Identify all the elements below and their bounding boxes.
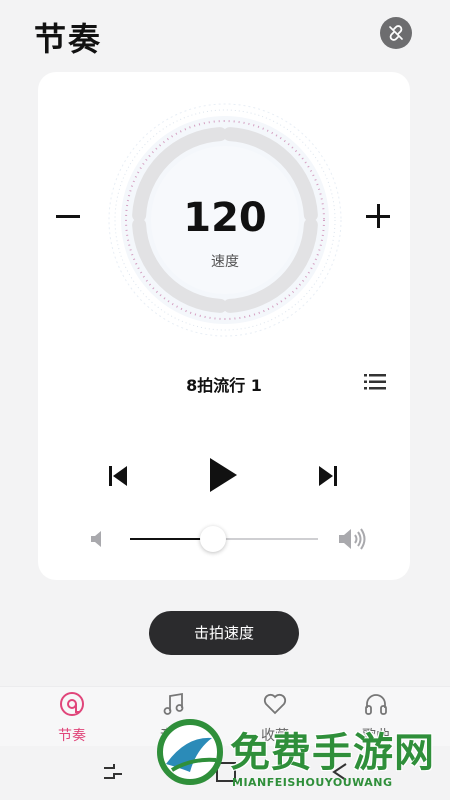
tab-label: 节奏	[58, 728, 86, 744]
watermark-title: 免费手游网	[230, 730, 435, 776]
skip-next-icon	[319, 466, 337, 486]
increase-tempo-button[interactable]	[366, 204, 392, 230]
metronome-icon	[60, 692, 84, 716]
volume-slider[interactable]	[130, 526, 318, 552]
watermark-subtitle: MIANFEISHOUYOUWANG	[232, 776, 393, 789]
tap-tempo-button[interactable]: 击拍速度	[149, 611, 299, 655]
tab-rhythm[interactable]: 节奏	[22, 687, 122, 747]
play-icon	[210, 458, 237, 492]
skip-previous-icon	[109, 466, 127, 486]
unlink-button[interactable]	[380, 17, 412, 49]
play-button[interactable]	[208, 457, 238, 493]
metronome-card: 120 速度 8拍流行 1	[38, 72, 410, 580]
previous-button[interactable]	[108, 465, 128, 487]
menu-nav-icon	[104, 764, 122, 779]
unlink-icon	[389, 25, 403, 41]
menu-nav-button[interactable]	[100, 758, 128, 786]
volume-high-icon	[338, 527, 366, 551]
watermark-logo-icon	[157, 719, 223, 785]
page-title: 节奏	[34, 20, 103, 58]
volume-low-icon	[90, 529, 106, 549]
rhythm-list-button[interactable]	[364, 373, 386, 391]
tempo-value: 120	[183, 195, 267, 241]
rhythm-name[interactable]: 8拍流行 1	[138, 372, 310, 396]
volume-slider-thumb[interactable]	[199, 526, 226, 552]
tempo-dial[interactable]: 120 速度	[106, 101, 344, 339]
tempo-label: 速度	[211, 254, 239, 270]
next-button[interactable]	[318, 465, 338, 487]
decrease-tempo-button[interactable]	[56, 204, 82, 230]
watermark: 免费手游网 MIANFEISHOUYOUWANG	[156, 714, 446, 800]
list-icon	[364, 374, 386, 390]
